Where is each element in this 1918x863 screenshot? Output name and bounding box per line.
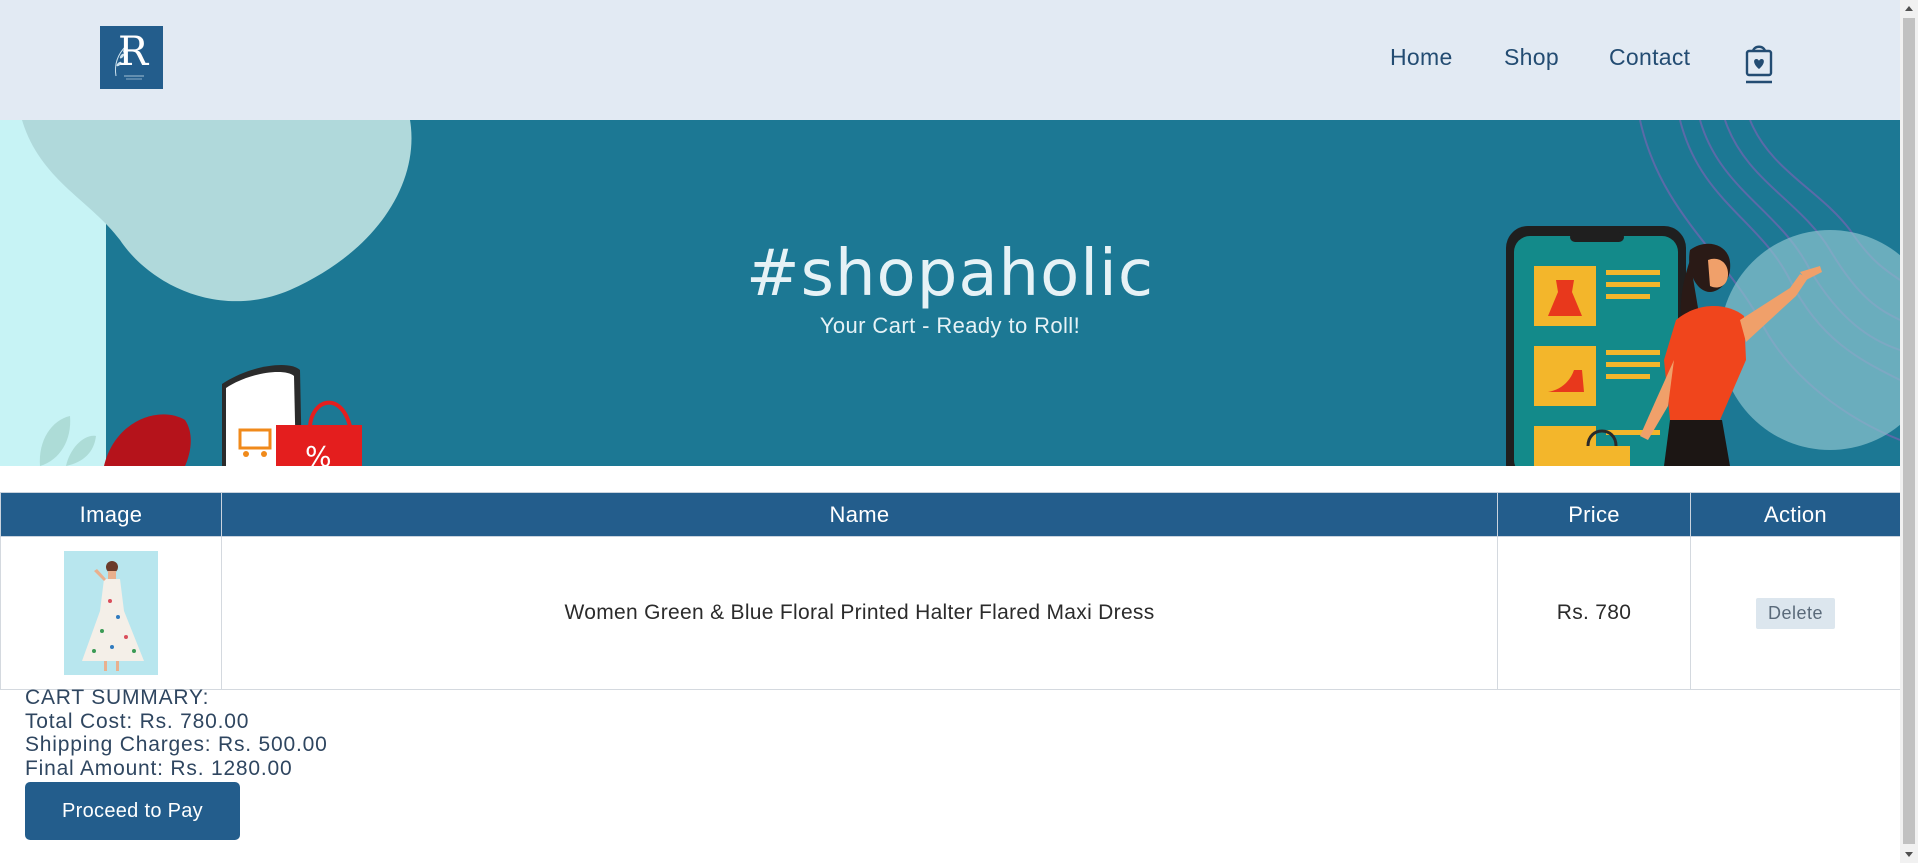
summary-heading: CART SUMMARY: — [25, 686, 210, 709]
nav-home-link[interactable]: Home — [1390, 44, 1453, 71]
product-price: Rs. 780 — [1497, 536, 1691, 690]
delete-button[interactable]: Delete — [1755, 597, 1836, 629]
hero-banner: % #shopaholic Your Cart - Ready to Roll! — [0, 120, 1900, 466]
column-header-price: Price — [1497, 492, 1691, 537]
vertical-scrollbar[interactable] — [1900, 0, 1918, 863]
column-header-name: Name — [221, 492, 1498, 537]
hero-subtitle: Your Cart - Ready to Roll! — [819, 313, 1081, 338]
svg-text:%: % — [305, 440, 332, 466]
cart-summary: CART SUMMARY: Total Cost: Rs. 780.00 Shi… — [25, 686, 328, 780]
product-image-cell — [0, 536, 222, 690]
nav-shop-link[interactable]: Shop — [1504, 44, 1559, 71]
product-name: Women Green & Blue Floral Printed Halter… — [221, 536, 1498, 690]
scroll-up-arrow-icon[interactable] — [1900, 0, 1918, 18]
product-image[interactable] — [64, 551, 158, 675]
summary-total-cost: Total Cost: Rs. 780.00 — [25, 709, 250, 733]
site-header: R Home Shop Contact — [0, 0, 1900, 120]
dress-model-image — [64, 551, 158, 675]
table-row: Women Green & Blue Floral Printed Halter… — [0, 536, 1901, 690]
shopping-bag-icon[interactable] — [1744, 42, 1774, 86]
scroll-down-arrow-icon[interactable] — [1900, 845, 1918, 863]
hero-title: #shopaholic — [746, 237, 1154, 311]
proceed-to-pay-button[interactable]: Proceed to Pay — [25, 782, 240, 840]
site-logo[interactable]: R — [100, 26, 163, 89]
summary-final-amount: Final Amount: Rs. 1280.00 — [25, 756, 293, 780]
scrollbar-thumb[interactable] — [1903, 18, 1915, 844]
logo-letter: R — [118, 29, 149, 75]
summary-shipping: Shipping Charges: Rs. 500.00 — [25, 733, 328, 756]
cart-table: Image Name Price Action Women Green & Bl… — [0, 492, 1901, 690]
column-header-image: Image — [0, 492, 222, 537]
column-header-action: Action — [1690, 492, 1901, 537]
nav-contact-link[interactable]: Contact — [1609, 44, 1690, 71]
table-header-row: Image Name Price Action — [0, 492, 1901, 537]
action-cell: Delete — [1690, 536, 1901, 690]
